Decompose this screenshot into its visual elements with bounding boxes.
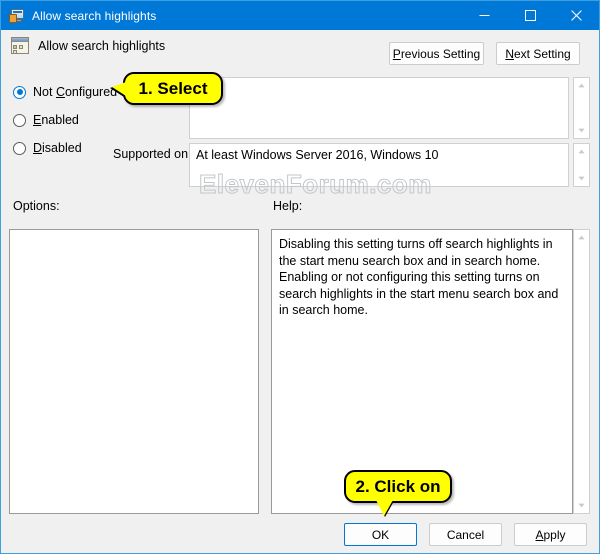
scroll-down-icon[interactable] [574,123,589,138]
group-policy-setting-dialog: Allow search highlights Allow search hig… [0,0,600,554]
radio-option-enabled[interactable]: Enabled [13,109,117,131]
options-label: Options: [13,199,60,213]
window-title: Allow search highlights [32,8,157,23]
callout-tail-down [376,500,393,516]
annotation-step-2: 2. Click on [344,470,452,516]
annotation-step-2-text: 2. Click on [355,476,441,496]
previous-setting-accel: P [392,46,401,61]
radio-not-configured-label: Not Configured [33,85,118,99]
ok-button[interactable]: OK [344,523,417,546]
close-icon[interactable] [553,1,599,30]
supported-on-scrollbar[interactable] [573,143,590,187]
help-label: Help: [273,199,303,213]
previous-setting-label: revious Setting [400,46,481,61]
radio-disabled-indicator[interactable] [13,141,26,155]
maximize-icon[interactable] [507,1,553,30]
radio-not-configured-indicator[interactable] [13,85,26,99]
help-text: Disabling this setting turns off search … [279,237,559,317]
options-panel[interactable] [9,229,259,514]
callout-tail-left [112,82,126,96]
apply-label: pply [543,527,566,542]
radio-enabled-label: Enabled [33,113,79,127]
comment-textarea[interactable] [189,77,569,139]
cancel-button[interactable]: Cancel [429,523,502,546]
radio-disabled-label: Disabled [33,141,82,155]
minimize-icon[interactable] [461,1,507,30]
previous-setting-button[interactable]: Previous Setting [389,42,484,65]
setting-navigation: Previous Setting Next Setting [389,42,580,65]
next-setting-label: ext Setting [513,46,571,61]
radio-enabled-indicator[interactable] [13,113,26,127]
setting-state-radio-group: Not Configured Enabled Disabled [13,81,117,165]
annotation-step-1: 1. Select [112,72,223,105]
title-bar: Allow search highlights [1,1,599,30]
radio-option-disabled[interactable]: Disabled [13,137,117,159]
supported-on-box: At least Windows Server 2016, Windows 10 [189,143,569,187]
annotation-step-1-text: 1. Select [138,78,208,98]
scroll-down-icon[interactable] [574,171,589,186]
setting-header: Allow search highlights [11,37,165,55]
scroll-down-icon[interactable] [574,498,589,513]
comment-scrollbar[interactable] [573,77,590,139]
window-controls [461,1,599,30]
scroll-up-icon[interactable] [574,230,589,245]
next-setting-accel: N [505,46,514,61]
apply-button[interactable]: Apply [514,523,587,546]
supported-on-label: Supported on: [113,147,192,161]
radio-option-not-configured[interactable]: Not Configured [13,81,117,103]
policy-setting-icon [9,8,25,24]
apply-accel: A [535,527,544,542]
policy-setting-icon [11,37,30,55]
scroll-up-icon[interactable] [574,144,589,159]
dialog-buttons: OK Cancel Apply [344,523,587,546]
help-scrollbar[interactable] [573,229,590,514]
setting-name: Allow search highlights [38,39,166,53]
scroll-up-icon[interactable] [574,78,589,93]
next-setting-button[interactable]: Next Setting [496,42,580,65]
supported-on-value: At least Windows Server 2016, Windows 10 [196,148,439,162]
